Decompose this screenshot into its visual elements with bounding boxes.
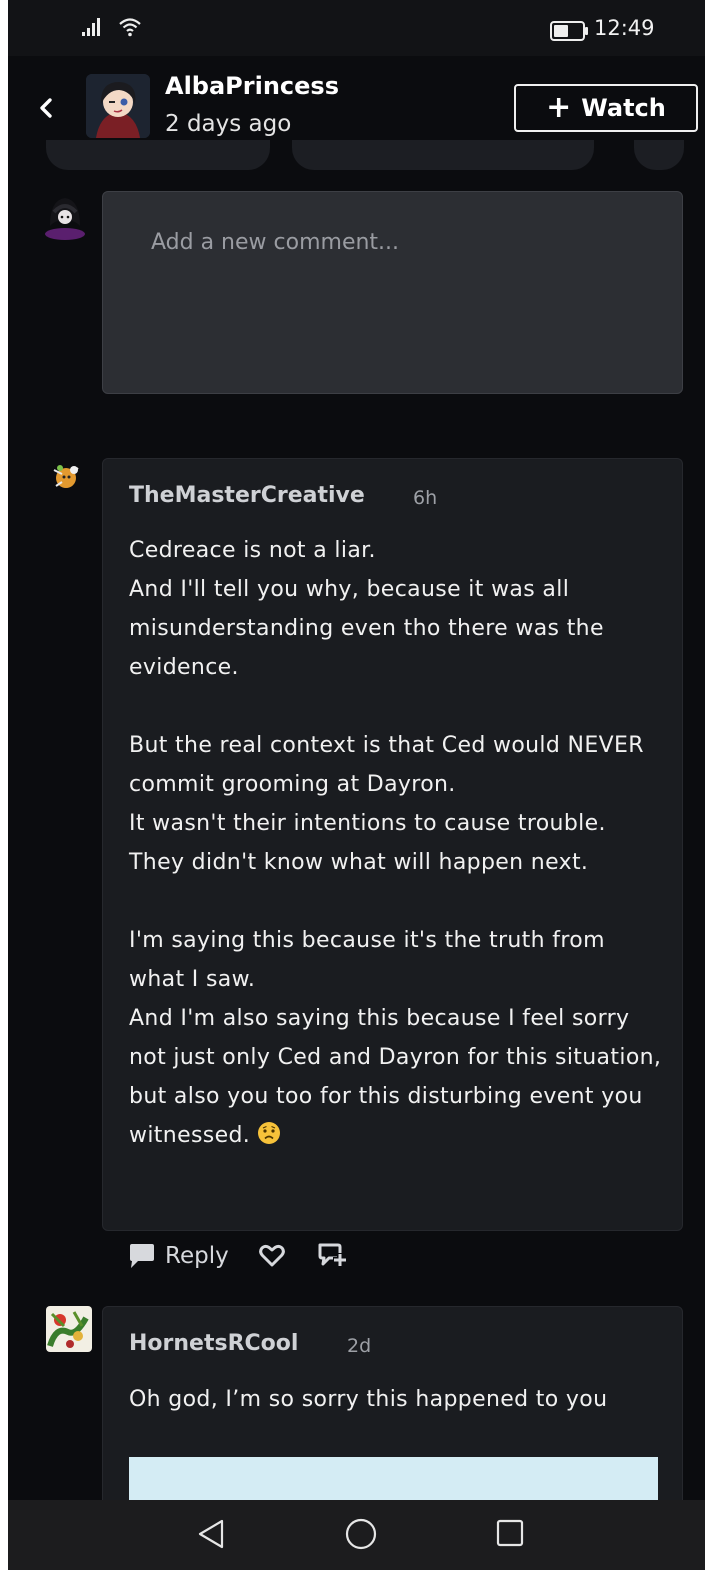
comment-author[interactable]: HornetsRCool — [129, 1331, 298, 1356]
commenter-avatar[interactable] — [48, 458, 88, 498]
comment-text: Oh god, I’m so sorry this happened to yo… — [129, 1387, 608, 1412]
comment-time: 6h — [413, 487, 438, 509]
worried-face-emoji — [258, 1122, 281, 1144]
plus-icon: + — [546, 90, 572, 125]
watch-label: Watch — [581, 94, 666, 122]
post-action-pill[interactable] — [292, 140, 594, 170]
reply-speech-bubble-icon[interactable] — [128, 1243, 156, 1269]
author-name[interactable]: AlbaPrincess — [165, 72, 339, 100]
gift-icon[interactable] — [317, 1243, 347, 1269]
watch-button[interactable]: + Watch — [514, 84, 698, 132]
author-avatar[interactable] — [86, 74, 150, 138]
battery-icon — [550, 21, 588, 41]
post-action-pill[interactable] — [46, 140, 270, 170]
comment-time: 2d — [347, 1335, 372, 1357]
nav-recents-icon[interactable] — [496, 1519, 524, 1547]
comment-actions: Reply — [128, 1236, 347, 1276]
status-time: 12:49 — [594, 16, 655, 40]
comment-text: Cedreace is not a liar. And I'll tell yo… — [129, 531, 662, 1155]
system-nav-bar — [8, 1500, 705, 1570]
signal-icon — [82, 18, 100, 36]
comment-placeholder: Add a new comment... — [151, 230, 400, 255]
reply-button[interactable]: Reply — [165, 1243, 229, 1269]
comment-body: Cedreace is not a liar. And I'll tell yo… — [129, 538, 662, 1148]
author-avatar-image — [86, 74, 150, 138]
back-chevron-icon[interactable] — [34, 94, 58, 122]
nav-back-icon[interactable] — [196, 1518, 226, 1550]
post-timestamp: 2 days ago — [165, 111, 292, 137]
app-screen: 12:49 AlbaPrincess 2 days ago + Watch Ad… — [8, 0, 705, 1570]
post-action-pill[interactable] — [634, 140, 684, 170]
wifi-icon — [119, 18, 141, 37]
new-comment-input[interactable]: Add a new comment... — [102, 191, 683, 394]
current-user-avatar — [42, 190, 88, 240]
status-bar: 12:49 — [8, 0, 705, 56]
heart-icon[interactable] — [258, 1244, 285, 1268]
commenter-avatar[interactable] — [46, 1306, 92, 1352]
comment-author[interactable]: TheMasterCreative — [129, 483, 365, 508]
nav-home-icon[interactable] — [345, 1518, 377, 1550]
comment-card: TheMasterCreative 6h Cedreace is not a l… — [102, 458, 683, 1231]
